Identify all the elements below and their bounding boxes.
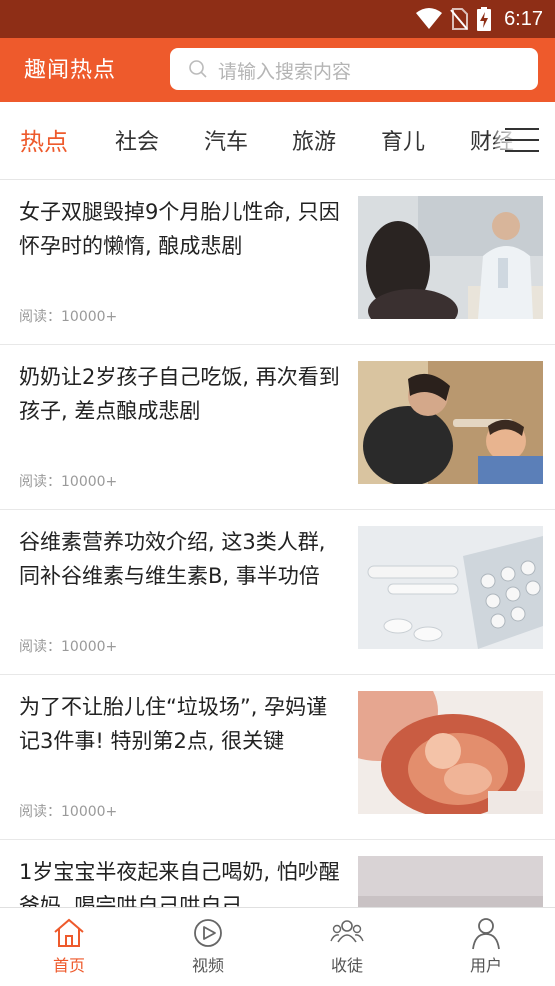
article-thumbnail — [358, 196, 543, 319]
tab-society[interactable]: 社会 — [115, 124, 159, 156]
play-icon — [194, 919, 222, 947]
article-title: 1岁宝宝半夜起来自己喝奶, 怕吵醒爸妈, 喝完哄自己哄自己 — [19, 860, 340, 907]
nav-user[interactable]: 用户 — [417, 908, 555, 986]
menu-icon[interactable] — [505, 126, 539, 154]
status-time: 6:17 — [504, 7, 543, 30]
search-placeholder: 请输入搜索内容 — [218, 61, 352, 83]
read-count: 阅读：10000+ — [19, 474, 118, 490]
article-title: 女子双腿毁掉9个月胎儿性命, 只因怀孕时的懒惰, 酿成悲剧 — [19, 200, 340, 258]
list-item[interactable]: 奶奶让2岁孩子自己吃饭, 再次看到孩子, 差点酿成悲剧 阅读：10000+ — [0, 346, 555, 510]
article-thumbnail — [358, 361, 543, 484]
list-item[interactable]: 为了不让胎儿住“垃圾场”, 孕妈谨记3件事! 特别第2点, 很关键 阅读：100… — [0, 676, 555, 840]
tab-auto[interactable]: 汽车 — [204, 124, 248, 156]
read-count: 阅读：10000+ — [19, 639, 118, 655]
app-title: 趣闻热点 — [24, 58, 117, 83]
battery-charging-icon — [477, 7, 492, 31]
tab-travel[interactable]: 旅游 — [292, 124, 336, 156]
nav-home-label: 首页 — [52, 956, 85, 975]
bottom-nav: 首页 视频 收徒 用户 — [0, 907, 555, 986]
news-feed: 女子双腿毁掉9个月胎儿性命, 只因怀孕时的懒惰, 酿成悲剧 阅读：10000+ … — [0, 181, 555, 907]
wifi-icon — [416, 8, 443, 29]
tab-hot[interactable]: 热点 — [20, 122, 68, 157]
app-header: 趣闻热点 请输入搜索内容 — [0, 38, 555, 102]
article-thumbnail — [358, 856, 543, 907]
search-icon — [189, 60, 207, 78]
no-sim-icon — [450, 8, 469, 30]
nav-apprentice-label: 收徒 — [330, 956, 363, 975]
status-icons: 6:17 — [416, 6, 543, 32]
list-item[interactable]: 女子双腿毁掉9个月胎儿性命, 只因怀孕时的懒惰, 酿成悲剧 阅读：10000+ — [0, 181, 555, 345]
article-thumbnail — [358, 526, 543, 649]
nav-video[interactable]: 视频 — [139, 908, 277, 986]
article-title: 为了不让胎儿住“垃圾场”, 孕妈谨记3件事! 特别第2点, 很关键 — [19, 695, 328, 753]
list-item[interactable]: 1岁宝宝半夜起来自己喝奶, 怕吵醒爸妈, 喝完哄自己哄自己 — [0, 841, 555, 907]
group-icon — [330, 920, 364, 943]
read-count: 阅读：10000+ — [19, 804, 118, 820]
nav-user-label: 用户 — [469, 956, 502, 975]
nav-home[interactable]: 首页 — [0, 908, 138, 986]
user-icon — [472, 918, 500, 950]
article-title: 谷维素营养功效介绍, 这3类人群, 同补谷维素与维生素B, 事半功倍 — [19, 530, 326, 588]
home-icon — [54, 918, 84, 947]
list-item[interactable]: 谷维素营养功效介绍, 这3类人群, 同补谷维素与维生素B, 事半功倍 阅读：10… — [0, 511, 555, 675]
article-thumbnail — [358, 691, 543, 814]
search-input[interactable]: 请输入搜索内容 — [170, 48, 538, 90]
category-tabs: 热点 社会 汽车 旅游 育儿 财经 — [0, 102, 555, 180]
tab-parenting[interactable]: 育儿 — [381, 124, 425, 156]
nav-apprentice[interactable]: 收徒 — [278, 908, 416, 986]
read-count: 阅读：10000+ — [19, 309, 118, 325]
status-bar: 6:17 — [0, 0, 555, 38]
nav-video-label: 视频 — [191, 956, 224, 975]
article-title: 奶奶让2岁孩子自己吃饭, 再次看到孩子, 差点酿成悲剧 — [19, 365, 340, 423]
